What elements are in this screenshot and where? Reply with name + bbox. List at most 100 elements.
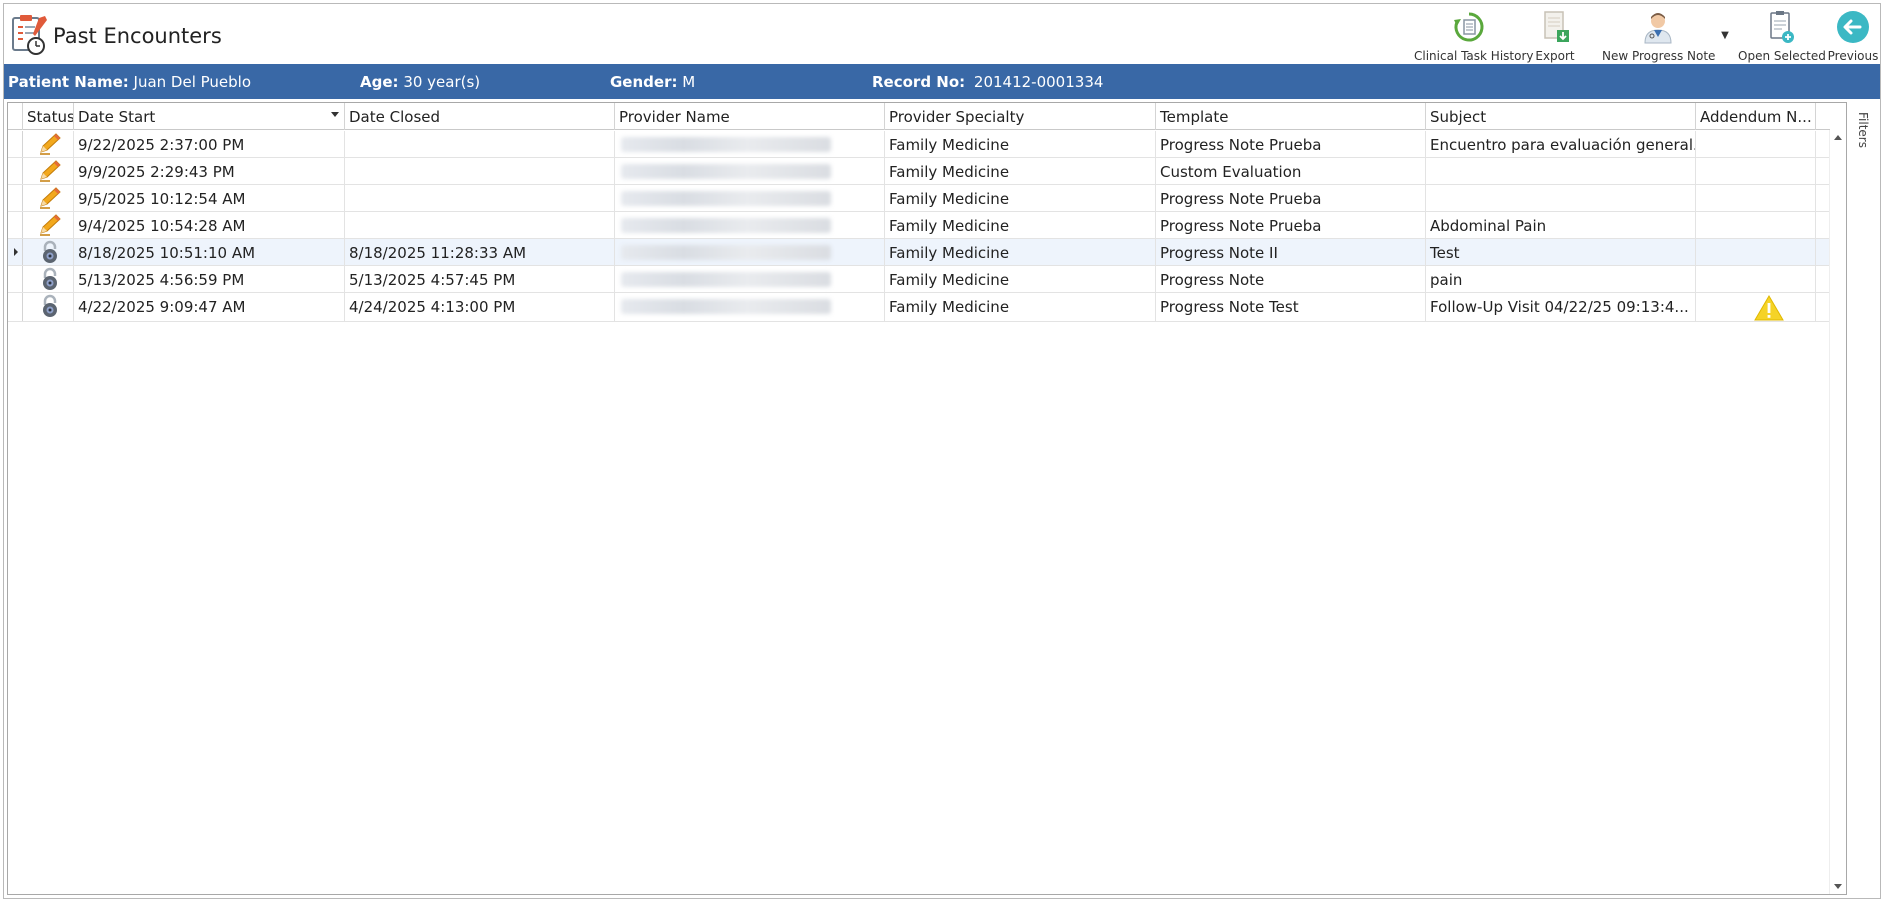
row-indicator[interactable] (8, 239, 23, 265)
chevron-down-icon: ▼ (1721, 30, 1729, 41)
patient-name-value: Juan Del Pueblo (133, 73, 252, 91)
cell-template-text: Progress Note Prueba (1160, 136, 1322, 154)
pencil-icon (37, 186, 63, 210)
back-arrow-icon (1837, 11, 1869, 43)
cell-provider-name (615, 158, 885, 184)
patient-name-label: Patient Name: (8, 73, 129, 91)
column-header-status[interactable]: Status (23, 103, 74, 130)
clinical-task-history-button[interactable]: Clinical Task History (1414, 8, 1534, 64)
cell-status (23, 212, 74, 238)
cell-template: Progress Note Test (1156, 293, 1426, 321)
column-header-date-start-label: Date Start (78, 108, 156, 126)
cell-provider-name (615, 212, 885, 238)
cell-provider-name (615, 239, 885, 265)
cell-subject: pain (1426, 266, 1696, 292)
cell-date-start: 5/13/2025 4:56:59 PM (74, 266, 345, 292)
redacted-provider-name (621, 191, 831, 206)
current-row-arrow-icon (14, 248, 18, 256)
cell-status (23, 185, 74, 211)
open-selected-label: Open Selected (1738, 49, 1826, 63)
column-header-template[interactable]: Template (1156, 103, 1426, 130)
column-header-addendum[interactable]: Addendum N... (1696, 103, 1816, 130)
cell-provider-specialty: Family Medicine (885, 293, 1156, 321)
new-progress-note-dropdown[interactable]: ▼ (1718, 30, 1732, 44)
cell-date-closed-text: 4/24/2025 4:13:00 PM (349, 298, 516, 316)
export-icon (1544, 11, 1569, 42)
cell-template-text: Progress Note II (1160, 244, 1278, 262)
lock-icon (37, 294, 63, 318)
history-icon (1454, 12, 1484, 42)
cell-provider-specialty: Family Medicine (885, 239, 1156, 265)
patient-age-label: Age: (360, 73, 399, 91)
new-progress-note-button[interactable]: New Progress Note (1602, 8, 1716, 64)
cell-addendum (1696, 131, 1816, 157)
cell-provider-specialty: Family Medicine (885, 158, 1156, 184)
cell-date-start-text: 9/22/2025 2:37:00 PM (78, 136, 245, 154)
cell-date-start-text: 9/4/2025 10:54:28 AM (78, 217, 246, 235)
column-header-provider-specialty[interactable]: Provider Specialty (885, 103, 1156, 130)
column-header-date-closed[interactable]: Date Closed (345, 103, 615, 130)
past-encounters-window: Past Encounters Clinical Task History Ex… (3, 3, 1881, 899)
table-row[interactable]: 4/22/2025 9:09:47 AM 4/24/2025 4:13:00 PM… (8, 293, 1830, 322)
page-title: Past Encounters (53, 24, 222, 48)
open-selected-button[interactable]: Open Selected (1738, 8, 1826, 64)
patient-info-bar: Patient Name: Juan Del Pueblo Age: 30 ye… (4, 64, 1880, 99)
cell-addendum (1696, 266, 1816, 292)
row-indicator-header (8, 103, 23, 130)
cell-template: Progress Note II (1156, 239, 1426, 265)
table-row[interactable]: 9/5/2025 10:12:54 AM Family Medicine Progr… (8, 185, 1830, 212)
cell-template: Progress Note (1156, 266, 1426, 292)
cell-date-start: 9/9/2025 2:29:43 PM (74, 158, 345, 184)
cell-subject: Encuentro para evaluación general. (1426, 131, 1696, 157)
filters-tab[interactable]: Filters (1854, 108, 1874, 158)
cell-subject-text: Test (1430, 244, 1460, 262)
cell-provider-specialty-text: Family Medicine (889, 271, 1010, 289)
lock-icon (37, 267, 63, 291)
table-row[interactable]: 8/18/2025 10:51:10 AM 8/18/2025 11:28:33 … (8, 239, 1830, 266)
cell-date-closed: 4/24/2025 4:13:00 PM (345, 293, 615, 321)
cell-template-text: Custom Evaluation (1160, 163, 1302, 181)
redacted-provider-name (621, 164, 831, 179)
cell-date-closed (345, 131, 615, 157)
column-header-subject[interactable]: Subject (1426, 103, 1696, 130)
vertical-scrollbar[interactable] (1829, 130, 1846, 894)
previous-button[interactable]: Previous (1826, 8, 1880, 64)
row-indicator[interactable] (8, 131, 23, 157)
row-indicator[interactable] (8, 185, 23, 211)
cell-provider-specialty-text: Family Medicine (889, 136, 1010, 154)
row-indicator[interactable] (8, 293, 23, 321)
cell-date-closed-text: 8/18/2025 11:28:33 AM (349, 244, 527, 262)
cell-date-start: 9/22/2025 2:37:00 PM (74, 131, 345, 157)
table-row[interactable]: 9/9/2025 2:29:43 PM Family Medicine Custom… (8, 158, 1830, 185)
cell-date-closed: 5/13/2025 4:57:45 PM (345, 266, 615, 292)
clinical-task-history-label: Clinical Task History (1414, 49, 1534, 63)
cell-addendum (1696, 158, 1816, 184)
export-button[interactable]: Export (1530, 8, 1580, 64)
scroll-down-icon[interactable] (1834, 884, 1842, 889)
row-indicator[interactable] (8, 266, 23, 292)
cell-status (23, 239, 74, 265)
cell-template-text: Progress Note Prueba (1160, 190, 1322, 208)
warning-icon[interactable] (1754, 295, 1784, 321)
patient-gender-label: Gender: (610, 73, 678, 91)
new-progress-note-label: New Progress Note (1602, 49, 1716, 63)
column-header-provider-name[interactable]: Provider Name (615, 103, 885, 130)
cell-date-closed (345, 185, 615, 211)
column-header-date-start[interactable]: Date Start (74, 103, 345, 130)
cell-provider-name (615, 185, 885, 211)
row-indicator[interactable] (8, 212, 23, 238)
table-row[interactable]: 9/4/2025 10:54:28 AM Family Medicine Progr… (8, 212, 1830, 239)
patient-name-field: Patient Name: Juan Del Pueblo (8, 73, 251, 91)
cell-date-start-text: 4/22/2025 9:09:47 AM (78, 298, 246, 316)
cell-date-start: 9/4/2025 10:54:28 AM (74, 212, 345, 238)
header: Past Encounters Clinical Task History Ex… (4, 4, 1880, 64)
redacted-provider-name (621, 245, 831, 260)
table-row[interactable]: 5/13/2025 4:56:59 PM 5/13/2025 4:57:45 PM… (8, 266, 1830, 293)
row-indicator[interactable] (8, 158, 23, 184)
pencil-icon (37, 213, 63, 237)
cell-template: Progress Note Prueba (1156, 185, 1426, 211)
table-row[interactable]: 9/22/2025 2:37:00 PM Family Medicine Progr… (8, 131, 1830, 158)
cell-template: Custom Evaluation (1156, 158, 1426, 184)
cell-template-text: Progress Note (1160, 271, 1265, 289)
scroll-up-icon[interactable] (1834, 135, 1842, 140)
